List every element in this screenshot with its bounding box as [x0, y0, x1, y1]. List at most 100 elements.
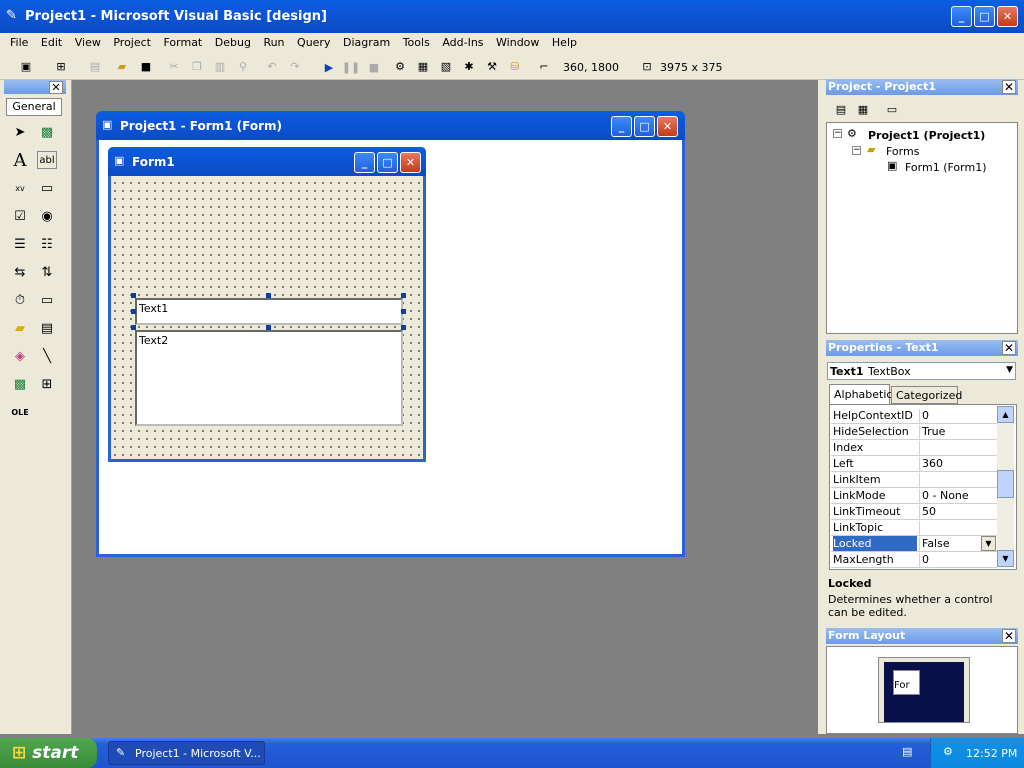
form1[interactable]: ▣ Form1 _ □ ✕ Text1 Text2 [108, 147, 426, 462]
network-icon[interactable]: ⚙ [943, 745, 953, 758]
selection-handle[interactable] [401, 293, 406, 298]
toggle-folders-icon[interactable]: ▭ [881, 98, 903, 120]
chevron-down-icon[interactable]: ▼ [981, 536, 996, 551]
selection-handle[interactable] [131, 309, 136, 314]
optionbutton-icon[interactable]: ◉ [35, 204, 59, 228]
view-code-icon[interactable]: ▤ [830, 98, 852, 120]
tab-categorized[interactable]: Categorized [891, 386, 962, 404]
dirlistbox-icon[interactable]: ▰ [8, 316, 32, 340]
pointer-icon[interactable]: ➤ [8, 120, 32, 144]
form-layout-icon[interactable]: ▧ [435, 55, 457, 77]
selection-handle[interactable] [266, 293, 271, 298]
save-icon[interactable]: ■ [135, 55, 157, 77]
text2-textbox[interactable]: Text2 [135, 330, 403, 426]
hscrollbar-icon[interactable]: ⇆ [8, 260, 32, 284]
tree-item-form1[interactable]: Form1 (Form1) [905, 161, 987, 174]
shape-icon[interactable]: ◈ [8, 344, 32, 368]
ole-icon[interactable]: OLE [8, 400, 32, 424]
menu-addins[interactable]: Add-Ins [442, 36, 483, 49]
expand-icon[interactable]: − [833, 129, 842, 138]
form1-close-button[interactable]: ✕ [400, 152, 421, 173]
vscrollbar-icon[interactable]: ⇅ [35, 260, 59, 284]
menu-help[interactable]: Help [552, 36, 577, 49]
open-icon[interactable]: ▰ [111, 55, 133, 77]
property-value[interactable] [919, 473, 997, 488]
project-explorer-close-icon[interactable]: ✕ [1002, 80, 1016, 94]
picturebox-icon[interactable]: ▩ [35, 120, 59, 144]
toolbox-tab-general[interactable]: General [6, 98, 62, 116]
selection-handle[interactable] [401, 309, 406, 314]
form1-minimize-button[interactable]: _ [354, 152, 375, 173]
property-value[interactable]: True [919, 425, 997, 440]
tree-root[interactable]: Project1 (Project1) [868, 129, 985, 142]
run-icon[interactable]: ▶ [318, 56, 340, 78]
toolbox-close-icon[interactable]: ✕ [49, 81, 63, 94]
property-value[interactable] [919, 521, 997, 536]
scroll-thumb[interactable] [997, 470, 1014, 498]
property-row[interactable]: Index [831, 440, 997, 456]
timer-icon[interactable]: ⏱ [8, 288, 32, 312]
taskbar-button-vb[interactable]: ✎ Project1 - Microsoft V... [108, 741, 265, 765]
start-button[interactable]: ⊞ start [0, 738, 97, 768]
property-row[interactable]: Locked False ▼ [831, 536, 997, 552]
property-row[interactable]: LinkTimeout 50 [831, 504, 997, 520]
designer-close-button[interactable]: ✕ [657, 116, 678, 137]
data-view-icon[interactable]: ⛁ [504, 55, 526, 77]
combobox-icon[interactable]: ☰ [8, 232, 32, 256]
tree-folder[interactable]: Forms [886, 145, 919, 158]
property-value[interactable] [919, 441, 997, 456]
form1-maximize-button[interactable]: □ [377, 152, 398, 173]
property-value[interactable]: 360 [919, 457, 997, 472]
property-row[interactable]: LinkTopic [831, 520, 997, 536]
property-value[interactable]: 50 [919, 505, 997, 520]
chevron-down-icon[interactable]: ▼ [1006, 365, 1013, 375]
undo-icon[interactable]: ↶ [261, 55, 283, 77]
copy-icon[interactable]: ❐ [186, 55, 208, 77]
menu-window[interactable]: Window [496, 36, 539, 49]
maximize-button[interactable]: □ [974, 6, 995, 27]
redo-icon[interactable]: ↷ [284, 55, 306, 77]
menu-editor-icon[interactable]: ▤ [84, 55, 106, 77]
cut-icon[interactable]: ✂ [163, 55, 185, 77]
property-scrollbar[interactable]: ▲ ▼ [997, 406, 1014, 567]
properties-window-icon[interactable]: ▦ [412, 55, 434, 77]
label-icon[interactable]: A [8, 148, 32, 172]
property-value[interactable]: 0 [919, 409, 997, 424]
project-explorer-icon[interactable]: ⚙ [389, 55, 411, 77]
stop-icon[interactable]: ■ [363, 56, 385, 78]
property-row[interactable]: LinkItem [831, 472, 997, 488]
text1-textbox[interactable]: Text1 [135, 298, 403, 325]
commandbutton-icon[interactable]: ▭ [35, 176, 59, 200]
designer-minimize-button[interactable]: _ [611, 116, 632, 137]
menu-format[interactable]: Format [163, 36, 202, 49]
checkbox-icon[interactable]: ☑ [8, 204, 32, 228]
tab-alphabetic[interactable]: Alphabetic [829, 384, 892, 404]
add-form-icon[interactable]: ⊞ [50, 55, 72, 77]
menu-query[interactable]: Query [297, 36, 330, 49]
scroll-up-icon[interactable]: ▲ [997, 406, 1014, 423]
minimize-button[interactable]: _ [951, 6, 972, 27]
paste-icon[interactable]: ▥ [209, 55, 231, 77]
selection-handle[interactable] [131, 293, 136, 298]
scroll-down-icon[interactable]: ▼ [997, 550, 1014, 567]
find-icon[interactable]: ⚲ [232, 55, 254, 77]
view-object-icon[interactable]: ▦ [852, 98, 874, 120]
menu-view[interactable]: View [75, 36, 101, 49]
object-browser-icon[interactable]: ✱ [458, 55, 480, 77]
property-row[interactable]: HideSelection True [831, 424, 997, 440]
property-value[interactable]: 0 [919, 553, 997, 568]
menu-project[interactable]: Project [113, 36, 151, 49]
menu-run[interactable]: Run [263, 36, 284, 49]
property-row[interactable]: MaxLength 0 [831, 552, 997, 568]
designer-maximize-button[interactable]: □ [634, 116, 655, 137]
keyboard-icon[interactable]: ▤ [902, 745, 912, 758]
menu-edit[interactable]: Edit [41, 36, 62, 49]
property-row[interactable]: Left 360 [831, 456, 997, 472]
add-project-icon[interactable]: ▣ [15, 55, 37, 77]
drivelistbox-icon[interactable]: ▭ [35, 288, 59, 312]
filelistbox-icon[interactable]: ▤ [35, 316, 59, 340]
menu-tools[interactable]: Tools [403, 36, 430, 49]
object-selector[interactable]: Text1 TextBox ▼ [827, 362, 1016, 380]
listbox-icon[interactable]: ☷ [35, 232, 59, 256]
property-value[interactable]: 0 - None [919, 489, 997, 504]
